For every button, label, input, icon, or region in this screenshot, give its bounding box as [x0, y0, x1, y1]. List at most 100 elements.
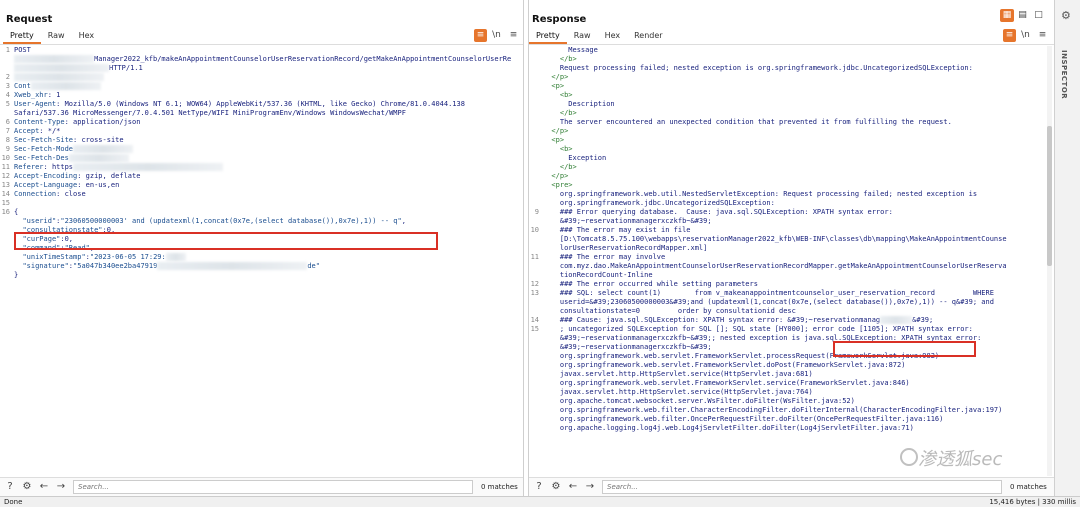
- line-number: [0, 271, 14, 280]
- line-number: [0, 262, 14, 271]
- code-line: 12 ### The error occurred while setting …: [529, 280, 1042, 289]
- single-layout-icon[interactable]: □: [1032, 9, 1045, 22]
- code-line: <pre>: [529, 181, 1042, 190]
- response-pane: Response ▦ ▤ □ Pretty Raw Hex Render ≡ \…: [528, 0, 1054, 496]
- split-layout-icon[interactable]: ▦: [1000, 9, 1014, 22]
- header-name: Referer: [14, 163, 44, 171]
- code-text: HTTP/1.1: [109, 64, 143, 72]
- tab-raw[interactable]: Raw: [41, 28, 72, 44]
- menu-icon[interactable]: ≡: [1036, 29, 1049, 42]
- line-number: [529, 271, 543, 280]
- horizontal-layout-icon[interactable]: ▤: [1016, 9, 1029, 22]
- header-name: Sec-Fetch-Site: [14, 136, 74, 144]
- code-line: org.springframework.web.util.NestedServl…: [529, 190, 1042, 199]
- inspector-label[interactable]: INSPECTOR: [1060, 50, 1068, 99]
- settings-icon[interactable]: ⚙: [20, 480, 34, 494]
- response-search-input[interactable]: [602, 480, 1002, 494]
- redacted-text: [157, 262, 308, 270]
- code-line: 9 ### Error querying database. Cause: ja…: [529, 208, 1042, 217]
- pretty-format-icon[interactable]: ≡: [1003, 29, 1016, 42]
- code-text: {: [14, 208, 19, 216]
- html-tag: </b>: [543, 55, 577, 63]
- redacted-text: [68, 154, 129, 162]
- forward-arrow-icon[interactable]: →: [54, 480, 68, 494]
- code-line: org.springframework.web.filter.Character…: [529, 406, 1042, 415]
- code-text: }: [14, 271, 19, 279]
- request-title: Request: [6, 14, 53, 25]
- code-text: : */*: [39, 127, 61, 135]
- line-number: 12: [530, 280, 539, 288]
- html-tag: </p>: [543, 127, 569, 135]
- newline-toggle-button[interactable]: \n: [490, 29, 503, 42]
- code-line: 6 Content-Type: application/json: [0, 118, 513, 127]
- newline-toggle-button[interactable]: \n: [1019, 29, 1032, 42]
- code-line: 15: [0, 199, 513, 208]
- gear-icon[interactable]: ⚙: [1061, 9, 1071, 22]
- forward-arrow-icon[interactable]: →: [583, 480, 597, 494]
- json-key: "signature": [22, 262, 69, 270]
- code-text: : https: [43, 163, 74, 171]
- code-text: consultationstate=0 order by consultatio…: [543, 307, 796, 315]
- line-number: [529, 118, 543, 127]
- settings-icon[interactable]: ⚙: [549, 480, 563, 494]
- code-text: ### SQL: select count(1) from v_makeanap…: [543, 289, 994, 297]
- code-text: &#39;: [912, 316, 934, 324]
- code-text: : 1: [47, 91, 61, 99]
- scrollbar-thumb[interactable]: [1047, 126, 1052, 266]
- code-text: &#39;~reservationmanagerxczkfb~&#39;: [543, 217, 712, 225]
- tab-hex[interactable]: Hex: [72, 28, 102, 44]
- line-number: [0, 244, 14, 253]
- code-text: : en-us,en: [77, 181, 120, 189]
- line-number: [529, 298, 543, 307]
- response-editor[interactable]: Message </b> Request processing failed; …: [529, 46, 1042, 433]
- code-text: org.apache.tomcat.websocket.server.WsFil…: [543, 397, 855, 405]
- menu-icon[interactable]: ≡: [507, 29, 520, 42]
- line-number: [529, 172, 543, 181]
- help-icon[interactable]: ?: [532, 480, 546, 494]
- inspector-sidebar[interactable]: ⚙ INSPECTOR: [1054, 0, 1080, 496]
- code-text: ### Error querying database. Cause: java…: [543, 208, 893, 216]
- tab-pretty[interactable]: Pretty: [3, 28, 41, 44]
- line-number: [0, 109, 14, 118]
- html-tag: </b>: [543, 109, 577, 117]
- line-number: [529, 217, 543, 226]
- header-name: User-Agent: [14, 100, 57, 108]
- header-name: Xweb_xhr: [14, 91, 48, 99]
- code-line: Safari/537.36 MicroMessenger/7.0.4.501 N…: [0, 109, 513, 118]
- line-number: [529, 352, 543, 361]
- code-line: }: [0, 271, 513, 280]
- code-line: Exception: [529, 154, 1042, 163]
- request-match-count: 0 matches: [481, 483, 518, 491]
- line-number: 9: [5, 145, 10, 153]
- line-number: [529, 334, 543, 343]
- code-text: lorUserReservationRecordMapper.xml]: [543, 244, 708, 252]
- line-number: 7: [5, 127, 10, 135]
- json-value: de": [307, 262, 320, 270]
- line-number: 13: [530, 289, 539, 297]
- tab-render[interactable]: Render: [627, 28, 669, 44]
- help-icon[interactable]: ?: [3, 480, 17, 494]
- header-name: Connection: [14, 190, 57, 198]
- line-number: [529, 307, 543, 316]
- line-number: 10: [1, 154, 10, 162]
- status-text: Done: [4, 498, 23, 506]
- back-arrow-icon[interactable]: ←: [37, 480, 51, 494]
- line-number: 14: [530, 316, 539, 324]
- line-number: [529, 154, 543, 163]
- code-text: com.myz.dao.MakeAnAppointmentCounselorUs…: [543, 262, 1007, 270]
- json-key: "unixTimeStamp": [22, 253, 86, 261]
- tab-hex[interactable]: Hex: [598, 28, 628, 44]
- response-scrollbar[interactable]: [1047, 46, 1052, 476]
- code-line: userid=&#39;23060500000003&#39;and (upda…: [529, 298, 1042, 307]
- code-line: 7 Accept: */*: [0, 127, 513, 136]
- pretty-format-icon[interactable]: ≡: [474, 29, 487, 42]
- line-number: 4: [5, 91, 10, 99]
- code-text: : gzip, deflate: [77, 172, 141, 180]
- tab-pretty[interactable]: Pretty: [529, 28, 567, 44]
- code-text: org.springframework.web.filter.Character…: [543, 406, 1003, 414]
- line-number: 8: [5, 136, 10, 144]
- tab-raw[interactable]: Raw: [567, 28, 598, 44]
- back-arrow-icon[interactable]: ←: [566, 480, 580, 494]
- request-search-input[interactable]: [73, 480, 473, 494]
